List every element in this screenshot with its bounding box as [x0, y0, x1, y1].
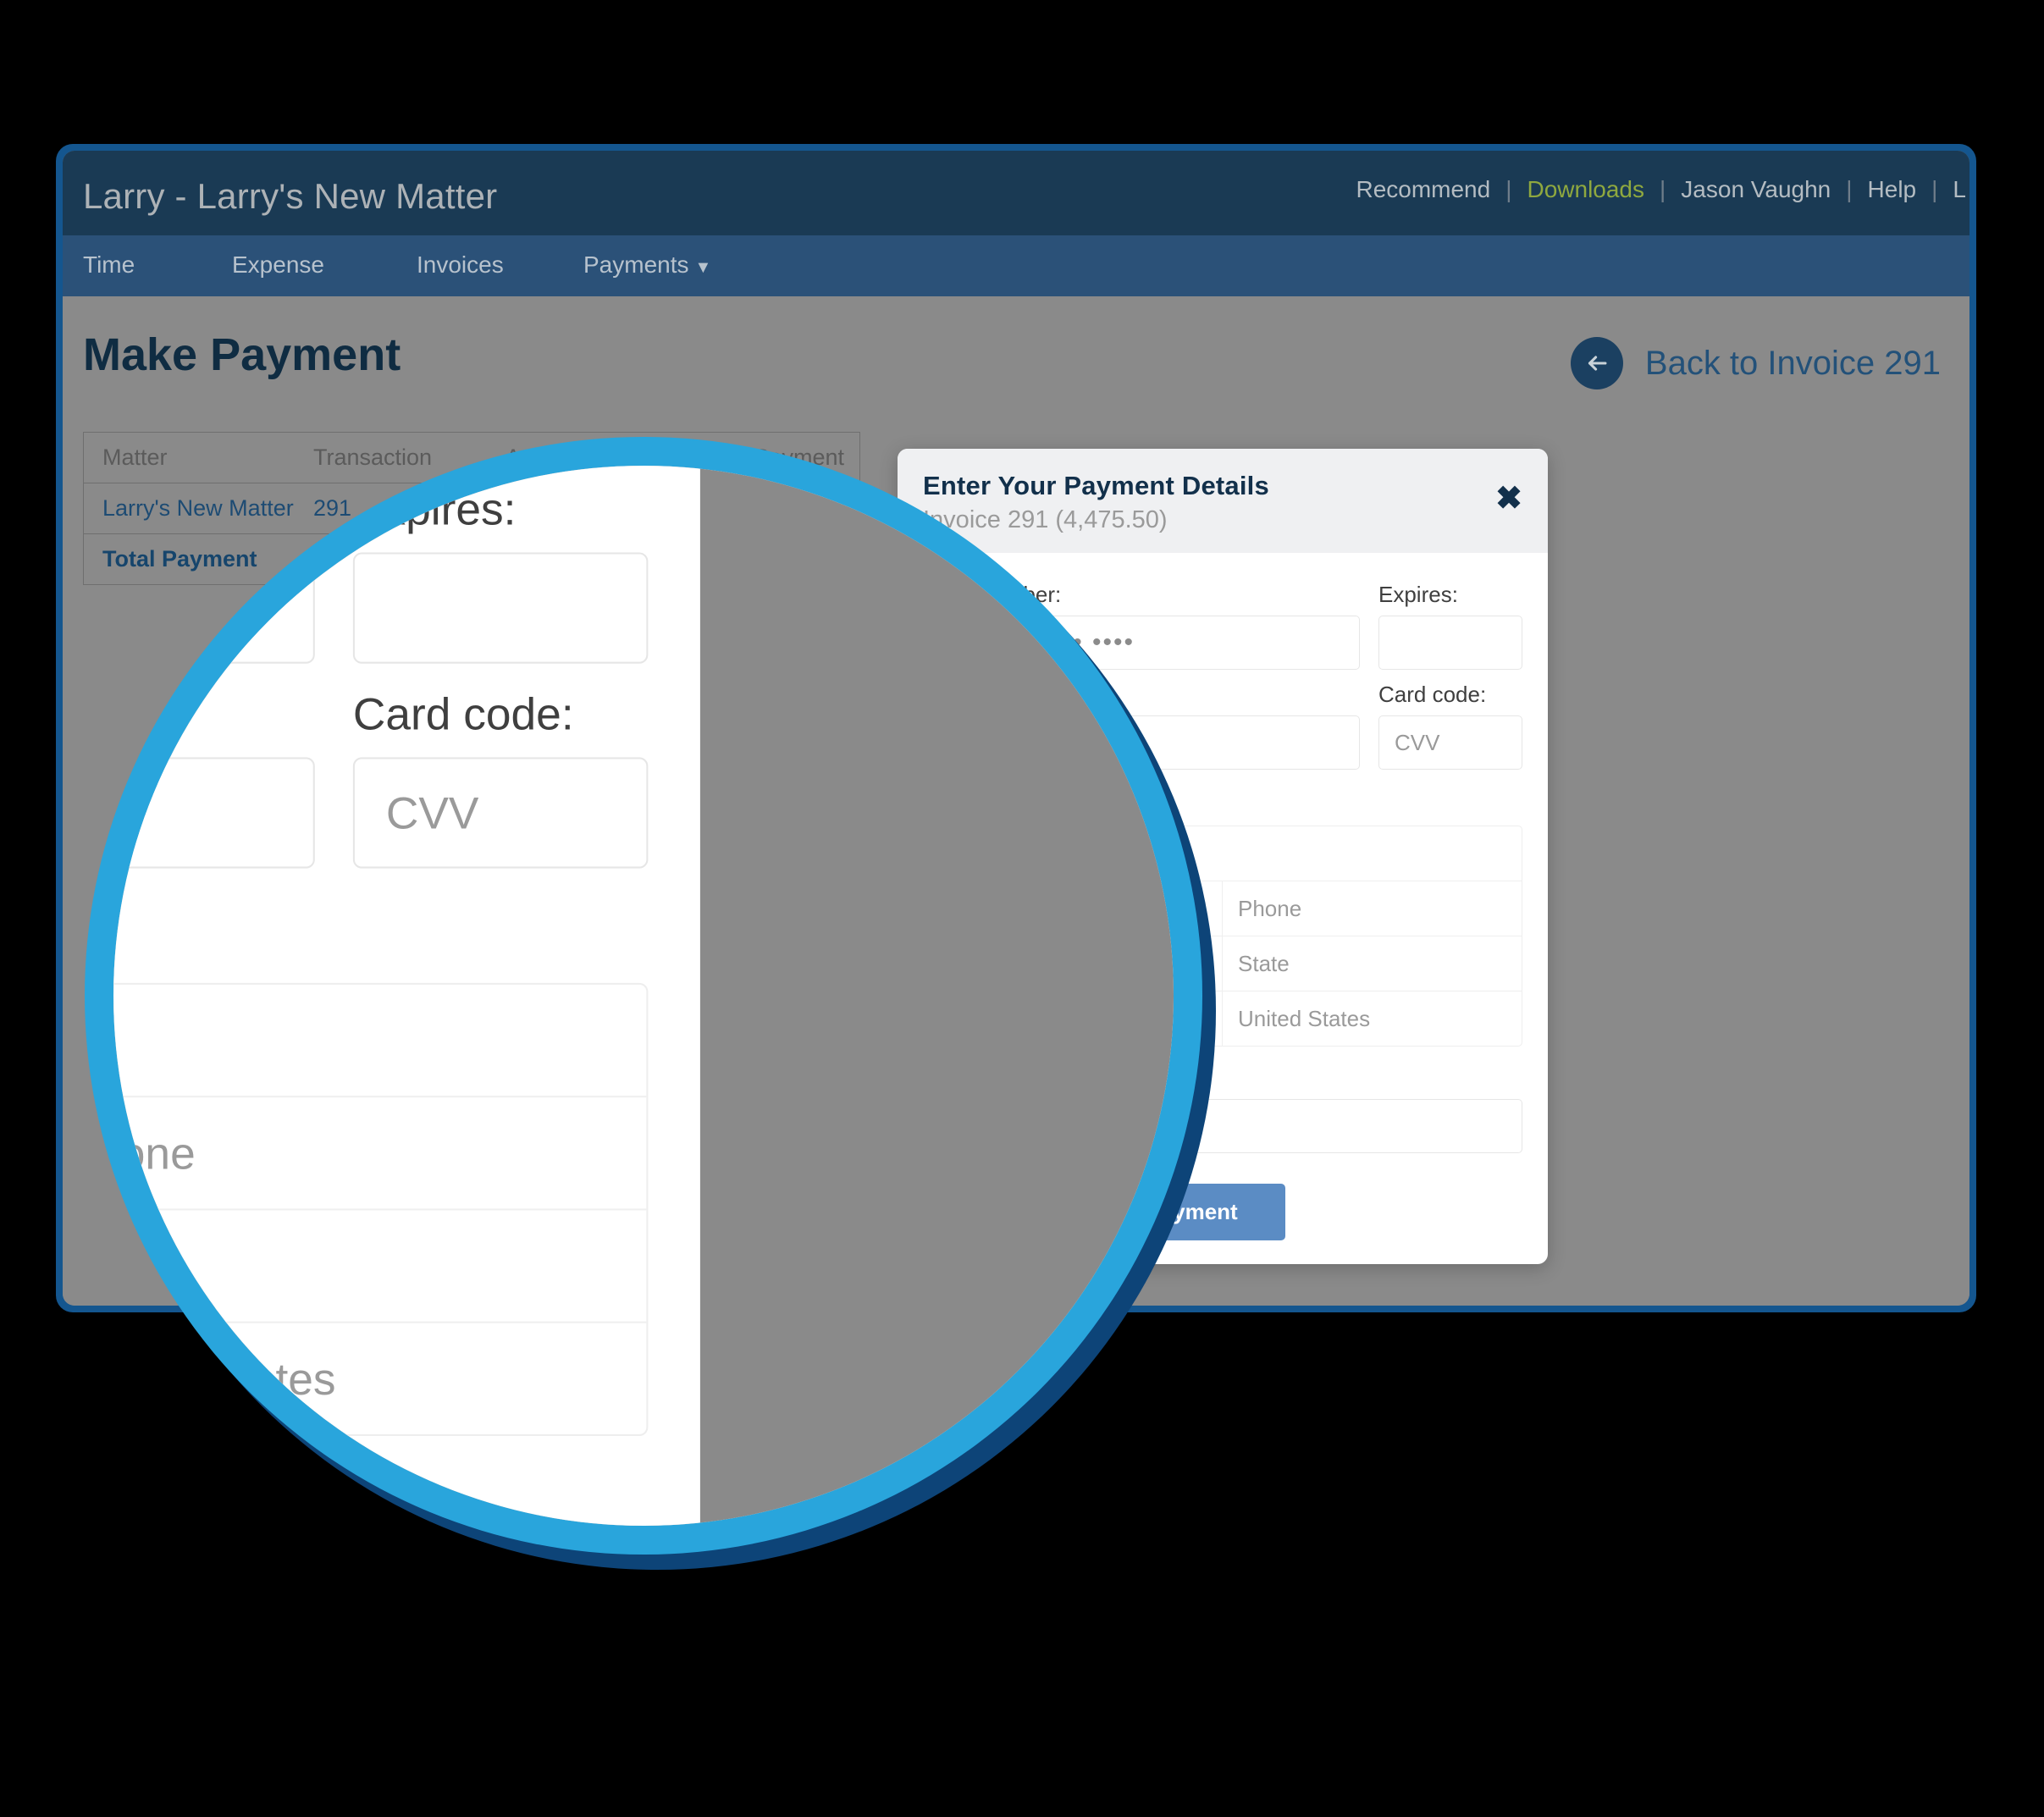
top-link-separator: | — [1505, 176, 1512, 202]
close-icon[interactable]: ✖ — [1495, 483, 1522, 515]
address-row-street-zoomed: Street number — [113, 985, 647, 1098]
card-number-group-zoomed: Card Number: •••• •••• •••• •••• — [113, 466, 315, 664]
nav-item-expense[interactable]: Expense — [232, 251, 324, 279]
card-code-label-zoomed: Card code: — [352, 688, 574, 740]
street-input-zoomed[interactable]: Street number — [113, 985, 646, 1096]
email-label-zoomed: Email Address: — [113, 1474, 648, 1526]
card-number-input-zoomed[interactable]: •••• •••• •••• •••• — [113, 552, 315, 664]
payment-details-modal-zoomed: Enter Your Payment Details Invoice 291 (… — [113, 466, 700, 1526]
top-link-downloads[interactable]: Downloads — [1523, 176, 1648, 203]
top-link-recommend[interactable]: Recommend — [1352, 176, 1494, 203]
expires-label-zoomed: Expires: — [352, 483, 517, 536]
nav-item-payments-label: Payments — [583, 251, 689, 278]
nav-item-payments[interactable]: Payments ▼ — [583, 251, 711, 279]
screenshot-stage: Larry - Larry's New Matter Recommend | D… — [0, 0, 2044, 1817]
back-to-invoice-label: Back to Invoice 291 — [1644, 344, 1941, 382]
address-row-apt-phone-zoomed: Appartment or suite Phone — [113, 1097, 647, 1211]
card-code-group: Card code: CVV — [1378, 670, 1522, 770]
billing-address-label-zoomed: Billing Address: — [113, 914, 648, 968]
phone-input[interactable]: Phone — [1223, 881, 1522, 936]
top-link-separator: | — [1660, 176, 1666, 202]
card-code-group-zoomed: Card code: CVV — [352, 664, 649, 869]
address-row-city-state-zoomed: State — [113, 1210, 647, 1323]
top-link-separator: | — [1931, 176, 1938, 202]
country-input-zoomed[interactable]: United States — [113, 1323, 646, 1434]
name-on-card-input-zoomed[interactable] — [113, 757, 315, 869]
top-link-separator: | — [1846, 176, 1853, 202]
name-row-zoomed: Name on Card: Card code: CVV — [113, 664, 649, 869]
name-on-card-group-zoomed: Name on Card: — [113, 664, 315, 869]
state-input[interactable]: State — [1223, 936, 1522, 991]
state-input-zoomed[interactable]: State — [113, 1210, 646, 1321]
top-link-user[interactable]: Jason Vaughn — [1677, 176, 1834, 203]
card-code-input[interactable]: CVV — [1378, 715, 1522, 770]
page-title: Make Payment — [83, 329, 401, 380]
name-on-card-label-zoomed: Name on Card: — [113, 688, 315, 742]
billing-address-grid-zoomed: Street number Appartment or suite Phone … — [113, 982, 649, 1436]
nav-item-invoices[interactable]: Invoices — [417, 251, 504, 279]
card-number-label-zoomed: Card Number: — [113, 483, 315, 538]
app-title: Larry - Larry's New Matter — [83, 176, 498, 216]
back-to-invoice-link[interactable]: Back to Invoice 291 — [1570, 337, 1941, 389]
card-code-label: Card code: — [1378, 682, 1487, 707]
expires-input[interactable] — [1378, 616, 1522, 670]
app-header: Larry - Larry's New Matter Recommend | D… — [63, 151, 1969, 235]
arrow-left-icon — [1570, 337, 1623, 389]
country-input[interactable]: United States — [1223, 991, 1522, 1046]
top-nav-links: Recommend | Downloads | Jason Vaughn | H… — [1352, 176, 1969, 203]
expires-input-zoomed[interactable] — [352, 552, 649, 664]
address-row-zip-country-zoomed: United States — [113, 1323, 646, 1434]
chevron-down-icon: ▼ — [694, 258, 712, 277]
expires-label: Expires: — [1378, 582, 1458, 607]
top-link-logout[interactable]: L — [1949, 176, 1969, 203]
modal-body-zoomed: Card Number: •••• •••• •••• •••• Expires… — [113, 466, 700, 1526]
magnifier-zoomed-content: Enter Your Payment Details Invoice 291 (… — [113, 466, 1174, 1526]
card-row-zoomed: Card Number: •••• •••• •••• •••• Expires… — [113, 466, 649, 664]
magnifier-lens: Enter Your Payment Details Invoice 291 (… — [85, 437, 1216, 1570]
expires-group-zoomed: Expires: — [352, 466, 649, 664]
main-nav-bar: Time Expense Invoices Payments ▼ — [63, 235, 1969, 296]
nav-item-time[interactable]: Time — [83, 251, 135, 279]
phone-input-zoomed[interactable]: Phone — [113, 1097, 646, 1208]
expires-group: Expires: — [1378, 570, 1522, 670]
card-code-input-zoomed[interactable]: CVV — [352, 757, 649, 869]
magnifier-viewport: Enter Your Payment Details Invoice 291 (… — [113, 466, 1174, 1526]
top-link-help[interactable]: Help — [1864, 176, 1920, 203]
